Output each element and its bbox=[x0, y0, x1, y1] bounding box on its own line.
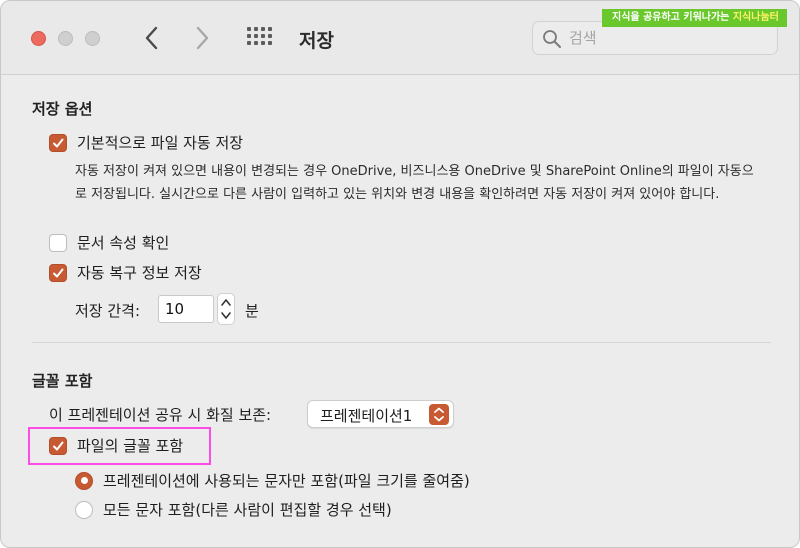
autorecover-option[interactable]: 자동 복구 정보 저장 bbox=[49, 262, 202, 283]
stepper-arrows-icon bbox=[221, 299, 231, 319]
autorecover-label: 자동 복구 정보 저장 bbox=[77, 264, 202, 282]
autosave-option[interactable]: 기본적으로 파일 자동 저장 bbox=[49, 132, 243, 153]
watermark-brand: 지식나눔터 bbox=[732, 12, 779, 23]
section-divider bbox=[32, 342, 771, 343]
save-options-heading: 저장 옵션 bbox=[32, 100, 93, 118]
autosave-label: 기본적으로 파일 자동 저장 bbox=[77, 134, 244, 152]
embed-fonts-checkbox[interactable] bbox=[49, 436, 67, 455]
autosave-description: 자동 저장이 켜져 있으면 내용이 변경되는 경우 OneDrive, 비즈니스… bbox=[75, 164, 754, 202]
autosave-checkbox[interactable] bbox=[49, 133, 67, 152]
doc-properties-option[interactable]: 문서 속성 확인 bbox=[49, 232, 169, 253]
search-icon bbox=[543, 30, 561, 48]
embed-all-chars-label: 모든 문자 포함(다른 사람이 편집할 경우 선택) bbox=[103, 501, 392, 519]
doc-properties-label: 문서 속성 확인 bbox=[77, 234, 170, 252]
watermark-text: 지식을 공유하고 키워나가는 bbox=[612, 12, 733, 23]
embed-all-chars-option[interactable]: 모든 문자 포함(다른 사람이 편집할 경우 선택) bbox=[75, 499, 392, 520]
preferences-window: 저장 지식을 공유하고 키워나가는 지식나눔터 저장 옵션 기본적으로 파일 자… bbox=[0, 0, 800, 548]
checkmark-icon bbox=[53, 441, 64, 450]
toolbar: 저장 지식을 공유하고 키워나가는 지식나눔터 bbox=[1, 1, 799, 75]
save-interval-field[interactable]: 10 bbox=[158, 295, 214, 323]
font-embed-heading: 글꼴 포함 bbox=[32, 372, 93, 390]
minimize-window-button[interactable] bbox=[58, 31, 73, 46]
chevron-left-icon bbox=[145, 26, 158, 50]
embed-fonts-option[interactable]: 파일의 글꼴 포함 bbox=[49, 435, 183, 456]
back-button[interactable] bbox=[139, 23, 165, 53]
save-interval-unit: 분 bbox=[245, 302, 259, 320]
quality-preserve-label: 이 프레젠테이션 공유 시 화질 보존: bbox=[49, 406, 272, 424]
save-interval-label: 저장 간격: bbox=[75, 302, 141, 320]
select-arrows-icon bbox=[429, 404, 449, 425]
checkmark-icon bbox=[53, 138, 64, 147]
show-all-grid-icon[interactable] bbox=[247, 27, 273, 49]
chevron-right-icon bbox=[196, 26, 209, 50]
forward-button[interactable] bbox=[189, 23, 215, 53]
save-interval-stepper[interactable] bbox=[217, 293, 235, 325]
doc-properties-checkbox[interactable] bbox=[49, 233, 67, 252]
presentation-select-value: 프레젠테이션1 bbox=[320, 407, 413, 425]
embed-all-chars-radio[interactable] bbox=[75, 500, 93, 519]
embed-fonts-label: 파일의 글꼴 포함 bbox=[77, 437, 184, 455]
close-window-button[interactable] bbox=[31, 31, 46, 46]
embed-used-chars-radio[interactable] bbox=[75, 471, 93, 490]
checkmark-icon bbox=[53, 268, 64, 277]
presentation-select[interactable]: 프레젠테이션1 bbox=[307, 400, 454, 428]
embed-used-chars-option[interactable]: 프레젠테이션에 사용되는 문자만 포함(파일 크기를 줄여줌) bbox=[75, 470, 470, 491]
page-title: 저장 bbox=[299, 30, 334, 52]
autorecover-checkbox[interactable] bbox=[49, 263, 67, 282]
embed-used-chars-label: 프레젠테이션에 사용되는 문자만 포함(파일 크기를 줄여줌) bbox=[103, 472, 470, 490]
search-input[interactable] bbox=[569, 26, 769, 50]
watermark-banner: 지식을 공유하고 키워나가는 지식나눔터 bbox=[602, 9, 787, 27]
zoom-window-button[interactable] bbox=[85, 31, 100, 46]
